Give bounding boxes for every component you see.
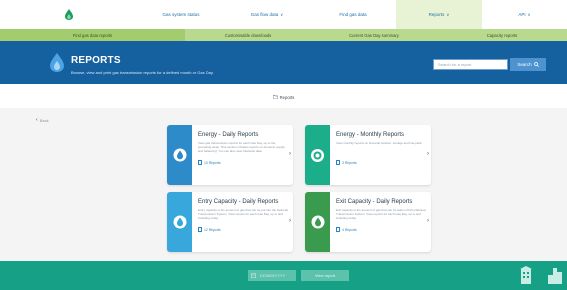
nav-label: API: [518, 12, 526, 17]
nav-find-gas-data[interactable]: Find gas data: [310, 0, 396, 29]
subnav-current-gas-day-summary[interactable]: Current Gas Day summary: [311, 29, 437, 41]
date-picker[interactable]: DD/MM/YYYY: [248, 270, 296, 281]
search-icon: [533, 62, 539, 67]
nav-label: Find gas data: [339, 12, 367, 17]
calendar-gear-icon: [311, 148, 324, 162]
calendar-icon: [251, 273, 256, 278]
card-icon-panel: [305, 125, 330, 185]
card-title: Energy - Monthly Reports: [336, 132, 405, 138]
back-label: Back: [39, 117, 49, 123]
nav-gas-flow-data[interactable]: Gas flow data ∨: [224, 0, 310, 29]
subnav-label: Customisable downloads: [224, 32, 272, 38]
card-count-label: 10 Reports: [204, 160, 221, 165]
nav-label: Gas flow data: [250, 12, 279, 17]
search-button-label: Search: [517, 62, 532, 67]
view-report-label: View report: [314, 273, 336, 278]
page-title: REPORTS: [71, 55, 121, 66]
chevron-down-icon: ∨: [527, 12, 531, 17]
card-energy-daily[interactable]: Energy - Daily Reports View gas transmis…: [167, 125, 293, 185]
card-report-count[interactable]: 10 Reports: [198, 160, 289, 165]
chevron-right-icon: ›: [427, 151, 429, 157]
footer-bar: DD/MM/YYYY View report: [0, 261, 567, 290]
card-title: Exit Capacity - Daily Reports: [336, 199, 413, 205]
card-description: View monthly reports on financial positi…: [336, 141, 423, 145]
card-count-label: 4 Reports: [342, 227, 357, 232]
page-subtitle: Browse, view and print gas transmission …: [71, 70, 214, 75]
home-logo[interactable]: [0, 0, 138, 29]
card-title: Energy - Daily Reports: [198, 132, 259, 138]
view-report-button[interactable]: View report: [301, 270, 349, 281]
document-icon: [336, 160, 340, 165]
flame-icon: [173, 148, 186, 162]
breadcrumb: Reports: [0, 92, 567, 102]
card-count-label: 12 Reports: [204, 227, 221, 232]
search-button[interactable]: Search: [510, 58, 546, 71]
hero-banner: REPORTS Browse, view and print gas trans…: [0, 41, 567, 84]
card-description: View gas transmission reports for each G…: [198, 141, 285, 153]
card-body: Entry Capacity - Daily Reports Entry cap…: [192, 192, 293, 252]
building-icon: [520, 266, 532, 284]
chevron-down-icon: ∨: [280, 12, 284, 17]
document-icon: [198, 160, 202, 165]
nav-gas-system-status[interactable]: Gas system status: [138, 0, 224, 29]
sub-nav: Find gas data reports Customisable downl…: [0, 29, 567, 41]
subnav-label: Capacity reports: [486, 32, 518, 38]
top-nav: Gas system status Gas flow data ∨ Find g…: [0, 0, 567, 29]
nav-api[interactable]: API ∨: [482, 0, 567, 29]
subnav-find-gas-data-reports[interactable]: Find gas data reports: [0, 29, 185, 41]
nav-label: Reports: [428, 12, 445, 17]
document-icon: [198, 227, 202, 232]
card-body: Energy - Monthly Reports View monthly re…: [330, 125, 431, 185]
card-description: Exit capacity is the amount of gas that …: [336, 208, 426, 220]
flame-icon: [50, 53, 64, 72]
nav-reports[interactable]: Reports ∨: [396, 0, 482, 29]
folder-icon: [272, 95, 278, 99]
card-entry-capacity-daily[interactable]: Entry Capacity - Daily Reports Entry cap…: [167, 192, 293, 252]
gas-tower-icon: [548, 268, 562, 284]
card-exit-capacity-daily[interactable]: Exit Capacity - Daily Reports Exit capac…: [305, 192, 431, 252]
subnav-label: Find gas data reports: [72, 32, 113, 38]
subnav-capacity-reports[interactable]: Capacity reports: [437, 29, 567, 41]
card-icon-panel: [167, 125, 192, 185]
chevron-down-icon: ∨: [446, 12, 450, 17]
nav-label: Gas system status: [162, 12, 200, 17]
chevron-right-icon: ›: [289, 151, 291, 157]
card-title: Entry Capacity - Daily Reports: [198, 199, 279, 205]
card-energy-monthly[interactable]: Energy - Monthly Reports View monthly re…: [305, 125, 431, 185]
chevron-right-icon: ›: [427, 218, 429, 224]
search-input[interactable]: Search for a report: [433, 59, 508, 70]
card-body: Energy - Daily Reports View gas transmis…: [192, 125, 293, 185]
card-report-count[interactable]: 4 Reports: [336, 227, 427, 232]
card-report-count[interactable]: 3 Reports: [336, 160, 427, 165]
card-description: Entry capacity is the amount of gas that…: [198, 208, 288, 220]
document-icon: [336, 227, 340, 232]
card-icon-panel: [167, 192, 192, 252]
entry-flame-icon: [173, 215, 186, 229]
exit-flame-icon: [311, 215, 324, 229]
card-body: Exit Capacity - Daily Reports Exit capac…: [330, 192, 431, 252]
card-icon-panel: [305, 192, 330, 252]
card-count-label: 3 Reports: [342, 160, 357, 165]
flame-logo-icon: [65, 9, 73, 20]
subnav-customisable-downloads[interactable]: Customisable downloads: [185, 29, 311, 41]
subnav-label: Current Gas Day summary: [349, 32, 399, 38]
card-report-count[interactable]: 12 Reports: [198, 227, 289, 232]
back-link[interactable]: ‹ Back: [36, 117, 49, 123]
breadcrumb-label[interactable]: Reports: [280, 95, 295, 100]
chevron-left-icon: ‹: [36, 117, 38, 123]
chevron-right-icon: ›: [289, 218, 291, 224]
date-picker-value: DD/MM/YYYY: [260, 273, 286, 278]
